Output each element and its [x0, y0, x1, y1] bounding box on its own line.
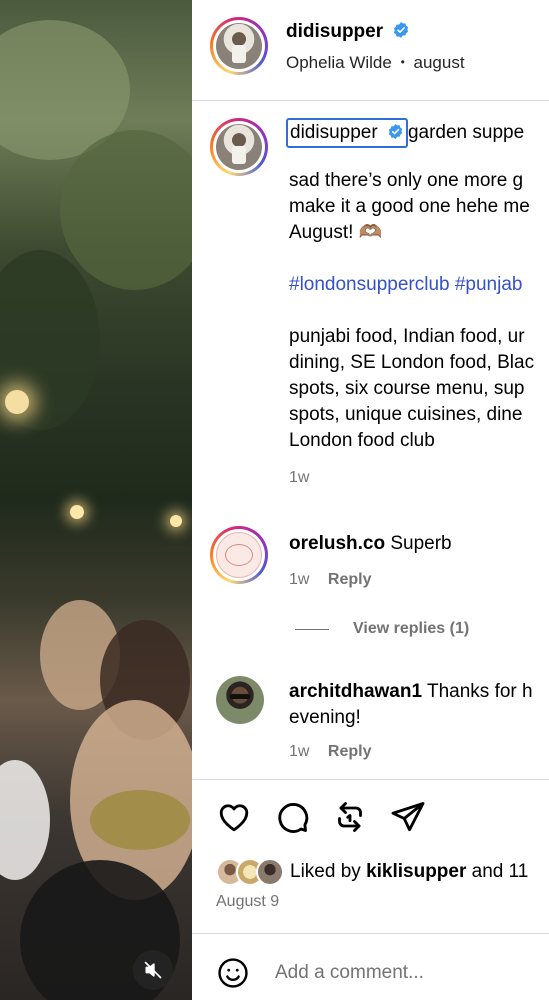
comment-item: orelush.co Superb	[289, 533, 452, 555]
speaker-muted-icon	[144, 961, 162, 979]
replies-divider-line	[295, 628, 329, 630]
caption-keywords-1: punjabi food, Indian food, ur	[289, 326, 525, 347]
comment-item: architdhawan1 Thanks for h evening!	[289, 679, 533, 731]
liker-avatar	[256, 858, 284, 886]
caption-keywords-5: London food club	[289, 430, 435, 451]
caption-timestamp[interactable]: 1w	[289, 469, 309, 486]
orelush-logo	[216, 532, 262, 578]
post-actions	[216, 799, 426, 835]
comment-timestamp[interactable]: 1w	[289, 743, 309, 760]
comment-text: Thanks for h	[426, 681, 533, 702]
post-header: didisupper Ophelia Wilde • august	[192, 0, 549, 101]
caption-author-avatar[interactable]	[210, 118, 268, 176]
author-username[interactable]: didisupper	[286, 21, 383, 42]
caption-keywords-4: spots, unique cuisines, dine	[289, 404, 523, 425]
caption-keywords-2: dining, SE London food, Blac	[289, 352, 535, 373]
liker-avatars	[216, 858, 284, 886]
emoji-icon[interactable]	[216, 956, 250, 990]
caption-hashtags[interactable]: #londonsupperclub #punjab	[289, 272, 549, 298]
caption-keywords-3: spots, six course menu, sup	[289, 378, 525, 399]
verified-badge-icon	[393, 22, 408, 38]
send-icon[interactable]	[390, 799, 426, 835]
likes-prefix: Liked by	[290, 861, 361, 882]
view-replies-button[interactable]: View replies (1)	[295, 620, 469, 638]
caption-line-1: garden suppe	[407, 122, 525, 143]
likes-suffix: and 11	[471, 861, 529, 882]
comment-timestamp[interactable]: 1w	[289, 571, 309, 588]
comment-icon[interactable]	[274, 799, 310, 835]
post-detail-panel: didisupper Ophelia Wilde • august didisu…	[192, 0, 549, 1000]
commenter-avatar[interactable]	[210, 526, 268, 584]
audio-artist-link[interactable]: Ophelia Wilde	[286, 53, 392, 72]
caption-username-highlight[interactable]: didisupper	[286, 118, 408, 148]
caption-username[interactable]: didisupper	[290, 122, 378, 143]
reply-button[interactable]: Reply	[328, 571, 372, 588]
repost-icon[interactable]	[332, 799, 368, 835]
caption-line-2: sad there’s only one more g	[289, 170, 524, 191]
caption-line-3: make it a good one hehe me	[289, 196, 530, 217]
view-replies-label: View replies (1)	[353, 620, 470, 637]
post-caption: didisupper garden suppe sad there’s only…	[286, 118, 549, 491]
subline-separator: •	[400, 55, 405, 69]
comment-username[interactable]: architdhawan1	[289, 681, 422, 702]
heart-icon[interactable]	[216, 799, 252, 835]
caption-line-4: August! 🫶🏽	[289, 222, 383, 243]
commenter-avatar[interactable]	[216, 676, 264, 724]
author-avatar[interactable]	[210, 17, 268, 75]
actions-divider	[192, 779, 549, 780]
comment-text-continued: evening!	[289, 707, 361, 728]
likes-username[interactable]: kiklisupper	[366, 861, 466, 883]
verified-badge-icon	[388, 124, 403, 139]
likes-summary[interactable]: Liked by kiklisupper and 11	[216, 858, 528, 886]
comment-text: Superb	[390, 533, 452, 554]
post-date[interactable]: August 9	[216, 893, 279, 911]
audio-title-link[interactable]: august	[414, 53, 465, 72]
post-photo[interactable]	[0, 0, 192, 1000]
comment-input[interactable]: Add a comment...	[275, 962, 424, 984]
reply-button[interactable]: Reply	[328, 743, 372, 760]
mute-button[interactable]	[133, 950, 173, 990]
comment-username[interactable]: orelush.co	[289, 533, 385, 554]
